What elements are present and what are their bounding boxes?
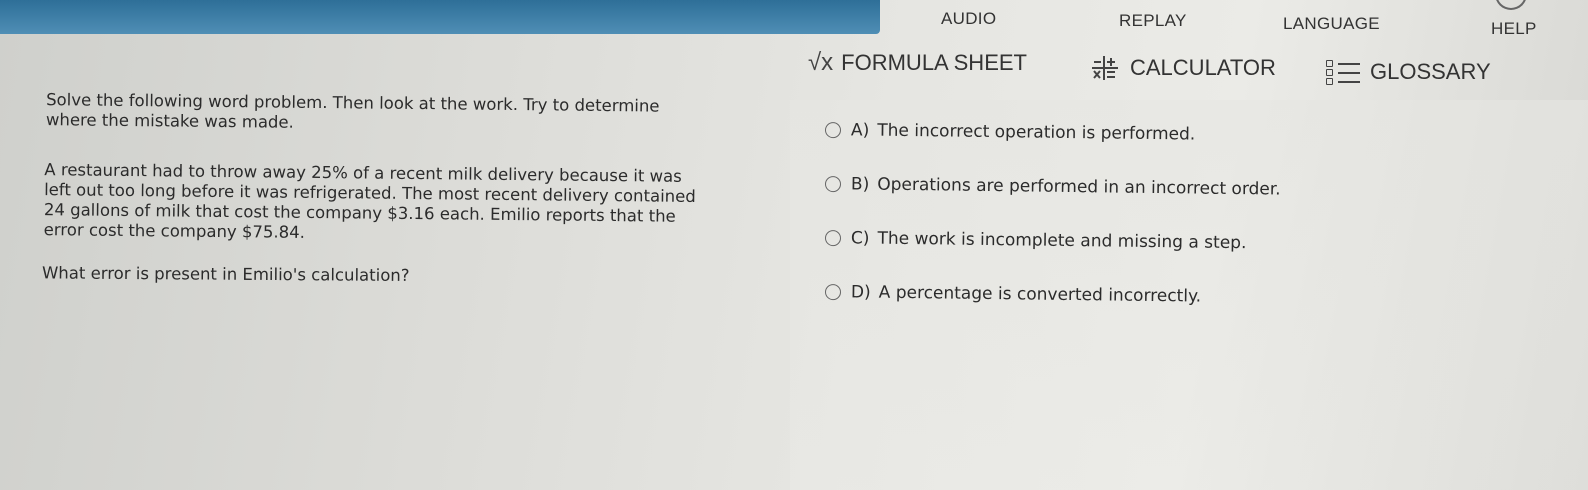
question-instructions: Solve the following word problem. Then l… [46,90,782,138]
answer-choice-c[interactable]: C) The work is incomplete and missing a … [824,226,1565,259]
question-panel: Solve the following word problem. Then l… [41,90,783,286]
answer-choice-b[interactable]: B) Operations are performed in an incorr… [824,172,1565,205]
help-button[interactable]: HELP [1491,19,1537,39]
replay-button[interactable]: REPLAY [1119,11,1187,31]
radio-button[interactable] [824,122,842,139]
question-prompt: What error is present in Emilio's calcul… [41,263,410,285]
radio-button[interactable] [824,176,842,193]
choice-text: A percentage is converted incorrectly. [878,282,1202,307]
radio-button[interactable] [824,230,842,247]
choice-text: Operations are performed in an incorrect… [877,174,1281,200]
language-button[interactable]: LANGUAGE [1283,14,1380,34]
choice-letter: A) [850,120,870,141]
choice-text: The incorrect operation is performed. [877,120,1196,145]
calculator-label: CALCULATOR [1130,55,1276,80]
answer-choice-a[interactable]: A) The incorrect operation is performed. [824,118,1565,151]
glossary-button[interactable]: GLOSSARY [1326,58,1491,86]
help-arc-icon [1495,0,1527,10]
calculator-icon [1090,54,1120,82]
choice-letter: C) [850,228,870,249]
answer-choice-d[interactable]: D) A percentage is converted incorrectly… [824,280,1565,313]
glossary-label: GLOSSARY [1370,59,1491,84]
square-root-icon: √x [808,49,834,76]
choice-text: The work is incomplete and missing a ste… [877,228,1247,254]
formula-sheet-button[interactable]: √x FORMULA SHEET [808,50,1027,76]
list-icon [1326,58,1360,86]
answer-choices: A) The incorrect operation is performed.… [824,118,1565,334]
toolbar: √x FORMULA SHEET CALCULATOR GLOSSARY [0,40,1588,100]
header-menu: AUDIO REPLAY LANGUAGE HELP [0,0,1588,40]
radio-button[interactable] [824,284,842,301]
formula-sheet-label: FORMULA SHEET [841,50,1027,75]
calculator-button[interactable]: CALCULATOR [1090,54,1276,82]
choice-letter: B) [850,174,870,195]
choice-letter: D) [850,282,871,303]
audio-button[interactable]: AUDIO [941,9,996,29]
word-problem: A restaurant had to throw away 25% of a … [44,160,783,248]
